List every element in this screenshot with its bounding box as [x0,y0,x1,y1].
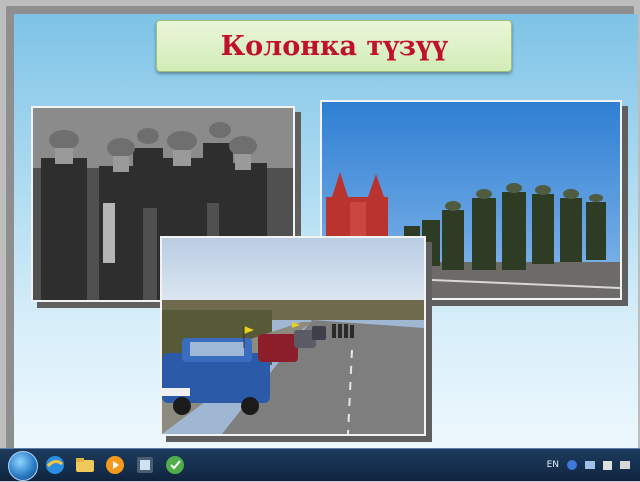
system-tray: EN [547,455,630,475]
browser-icon[interactable] [162,452,188,478]
slide-title-box: Колонка түзүү [156,20,512,72]
app-icon[interactable] [132,452,158,478]
car-column-photo [160,236,426,436]
slide: Колонка түзүү [14,14,638,454]
start-icon[interactable] [8,451,38,481]
slide-frame: Колонка түзүү [0,0,640,480]
ie-icon[interactable] [42,452,68,478]
language-indicator[interactable]: EN [547,460,559,470]
network-icon[interactable] [585,461,595,469]
volume-icon[interactable] [620,461,630,469]
folder-icon[interactable] [72,452,98,478]
slide-title: Колонка түзүү [220,30,448,62]
help-icon[interactable] [567,460,577,470]
media-player-icon[interactable] [102,452,128,478]
car-column-illustration [162,238,424,434]
taskbar: EN [0,448,640,481]
flag-icon[interactable] [603,460,612,470]
